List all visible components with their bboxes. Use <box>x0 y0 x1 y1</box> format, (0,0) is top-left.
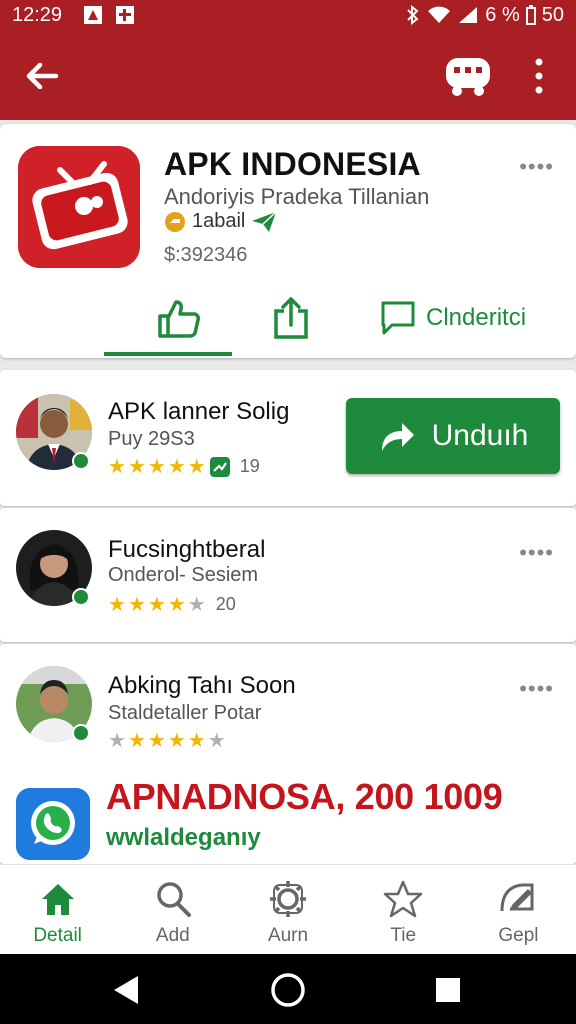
card-more-icon[interactable]: •••• <box>519 154 554 180</box>
share-arrow-icon <box>381 423 414 451</box>
star-icon: ★ <box>187 594 206 616</box>
settings-icon <box>270 881 306 917</box>
star-icon: ★ <box>127 730 146 752</box>
nav-aurn[interactable]: Aurn <box>230 865 345 954</box>
star-icon: ★ <box>147 730 166 752</box>
badge-icon <box>165 211 185 232</box>
chat-bus-icon[interactable] <box>444 54 492 98</box>
notification-icon <box>84 6 103 24</box>
status-right: 6 % 50 <box>405 4 564 27</box>
app-badge-row: 1abail <box>164 210 277 233</box>
app-logo-icon <box>18 146 140 268</box>
row-subtitle: Puy 29S3 <box>108 428 195 450</box>
promo-subtitle[interactable]: wwlaldeganıy <box>106 824 261 852</box>
rating-count: 19 <box>239 456 260 476</box>
share-icon <box>274 297 308 339</box>
list-item[interactable]: APK lanner Solig Puy 29S3 ★ ★ ★ ★ ★ 19 U… <box>0 370 576 506</box>
app-bar <box>0 30 576 120</box>
back-triangle-icon[interactable] <box>108 972 144 1008</box>
star-icon: ★ <box>147 594 166 616</box>
nav-add[interactable]: Add <box>115 865 230 954</box>
download-button[interactable]: Unduıh <box>346 398 560 474</box>
wifi-icon <box>428 6 451 23</box>
status-bar: 12:29 6 % 50 <box>0 0 576 30</box>
app-developer: Andoriyis Pradeka Tillanian <box>164 184 430 209</box>
verified-badge-icon <box>72 588 90 606</box>
app-header-card: APK INDONESIA Andoriyis Pradeka Tillania… <box>0 124 576 358</box>
active-tab-indicator <box>104 352 232 356</box>
recents-square-icon[interactable] <box>430 972 466 1008</box>
signal-icon <box>459 7 478 23</box>
list-item[interactable]: Fucsinghtberal Onderol- Sesiem ★ ★ ★ ★ ★… <box>0 508 576 642</box>
battery-icon <box>525 5 536 25</box>
nav-tie[interactable]: Tie <box>346 865 461 954</box>
home-circle-icon[interactable] <box>270 972 306 1008</box>
comment-label: Clnderitci <box>426 304 527 331</box>
verified-badge-icon <box>72 724 90 742</box>
bottom-nav: Detail Add Aurn Tie Gepl <box>0 864 576 954</box>
status-time: 12:29 <box>12 3 63 26</box>
star-icon: ★ <box>108 456 126 478</box>
thumbs-up-icon <box>158 300 200 338</box>
nav-label: Aurn <box>267 925 309 946</box>
badge-text: 1abail <box>192 210 246 232</box>
promo-title: APNADNOSA, 200 1009 <box>106 776 503 817</box>
star-icon: ★ <box>187 730 206 752</box>
battery-percent: 6 % <box>485 3 520 26</box>
star-icon: ★ <box>167 456 186 478</box>
send-icon <box>252 210 277 232</box>
system-nav-bar <box>0 954 576 1024</box>
app-price: $:392346 <box>164 244 248 266</box>
action-row: Clnderitci <box>0 288 576 354</box>
rating-stars: ★ ★ ★ ★ ★ 20 <box>108 592 236 617</box>
nav-label: Add <box>155 925 190 946</box>
comment-icon <box>381 301 415 335</box>
rating-stars: ★ ★ ★ ★ ★ ★ <box>108 728 226 753</box>
comment-button[interactable]: Clnderitci <box>380 288 526 348</box>
nav-label: Detail <box>33 925 82 946</box>
row-subtitle: Staldetaller Potar <box>108 702 262 724</box>
trend-icon <box>209 456 230 477</box>
star-icon: ★ <box>167 730 186 752</box>
home-icon <box>41 884 74 915</box>
share-button[interactable] <box>272 288 320 348</box>
notification-icon-2 <box>116 6 135 24</box>
nav-gepl[interactable]: Gepl <box>461 865 576 954</box>
star-icon: ★ <box>127 594 146 616</box>
row-name: Fucsinghtberal <box>108 536 266 563</box>
star-icon: ★ <box>187 456 206 478</box>
edit-icon <box>500 883 534 912</box>
like-button[interactable] <box>156 288 212 348</box>
nav-label: Tie <box>390 925 417 946</box>
nav-label: Gepl <box>498 925 539 946</box>
rating-count: 20 <box>215 594 236 614</box>
row-name: Abking Tahı Soon <box>108 672 296 699</box>
star-icon: ★ <box>127 456 146 478</box>
star-icon: ★ <box>207 730 226 752</box>
star-icon: ★ <box>108 594 126 616</box>
back-arrow-icon[interactable] <box>22 56 62 96</box>
star-icon <box>383 880 423 918</box>
star-icon: ★ <box>147 456 166 478</box>
row-more-icon[interactable]: •••• <box>519 676 554 702</box>
row-subtitle: Onderol- Sesiem <box>108 564 259 586</box>
app-title: APK INDONESIA <box>164 146 421 182</box>
list-item[interactable]: Abking Tahı Soon Staldetaller Potar ★ ★ … <box>0 644 576 864</box>
star-icon: ★ <box>108 730 126 752</box>
overflow-menu-icon[interactable] <box>524 54 554 98</box>
search-icon <box>157 882 191 917</box>
signal-text: 50 <box>541 3 564 26</box>
nav-detail[interactable]: Detail <box>0 865 115 954</box>
bluetooth-icon <box>407 5 419 25</box>
row-name: APK lanner Solig <box>108 398 290 425</box>
promo-app-icon[interactable] <box>16 788 90 860</box>
verified-badge-icon <box>72 452 90 470</box>
download-label: Unduıh <box>431 419 529 452</box>
star-icon: ★ <box>167 594 186 616</box>
row-more-icon[interactable]: •••• <box>519 540 554 566</box>
rating-stars: ★ ★ ★ ★ ★ 19 <box>108 454 260 479</box>
